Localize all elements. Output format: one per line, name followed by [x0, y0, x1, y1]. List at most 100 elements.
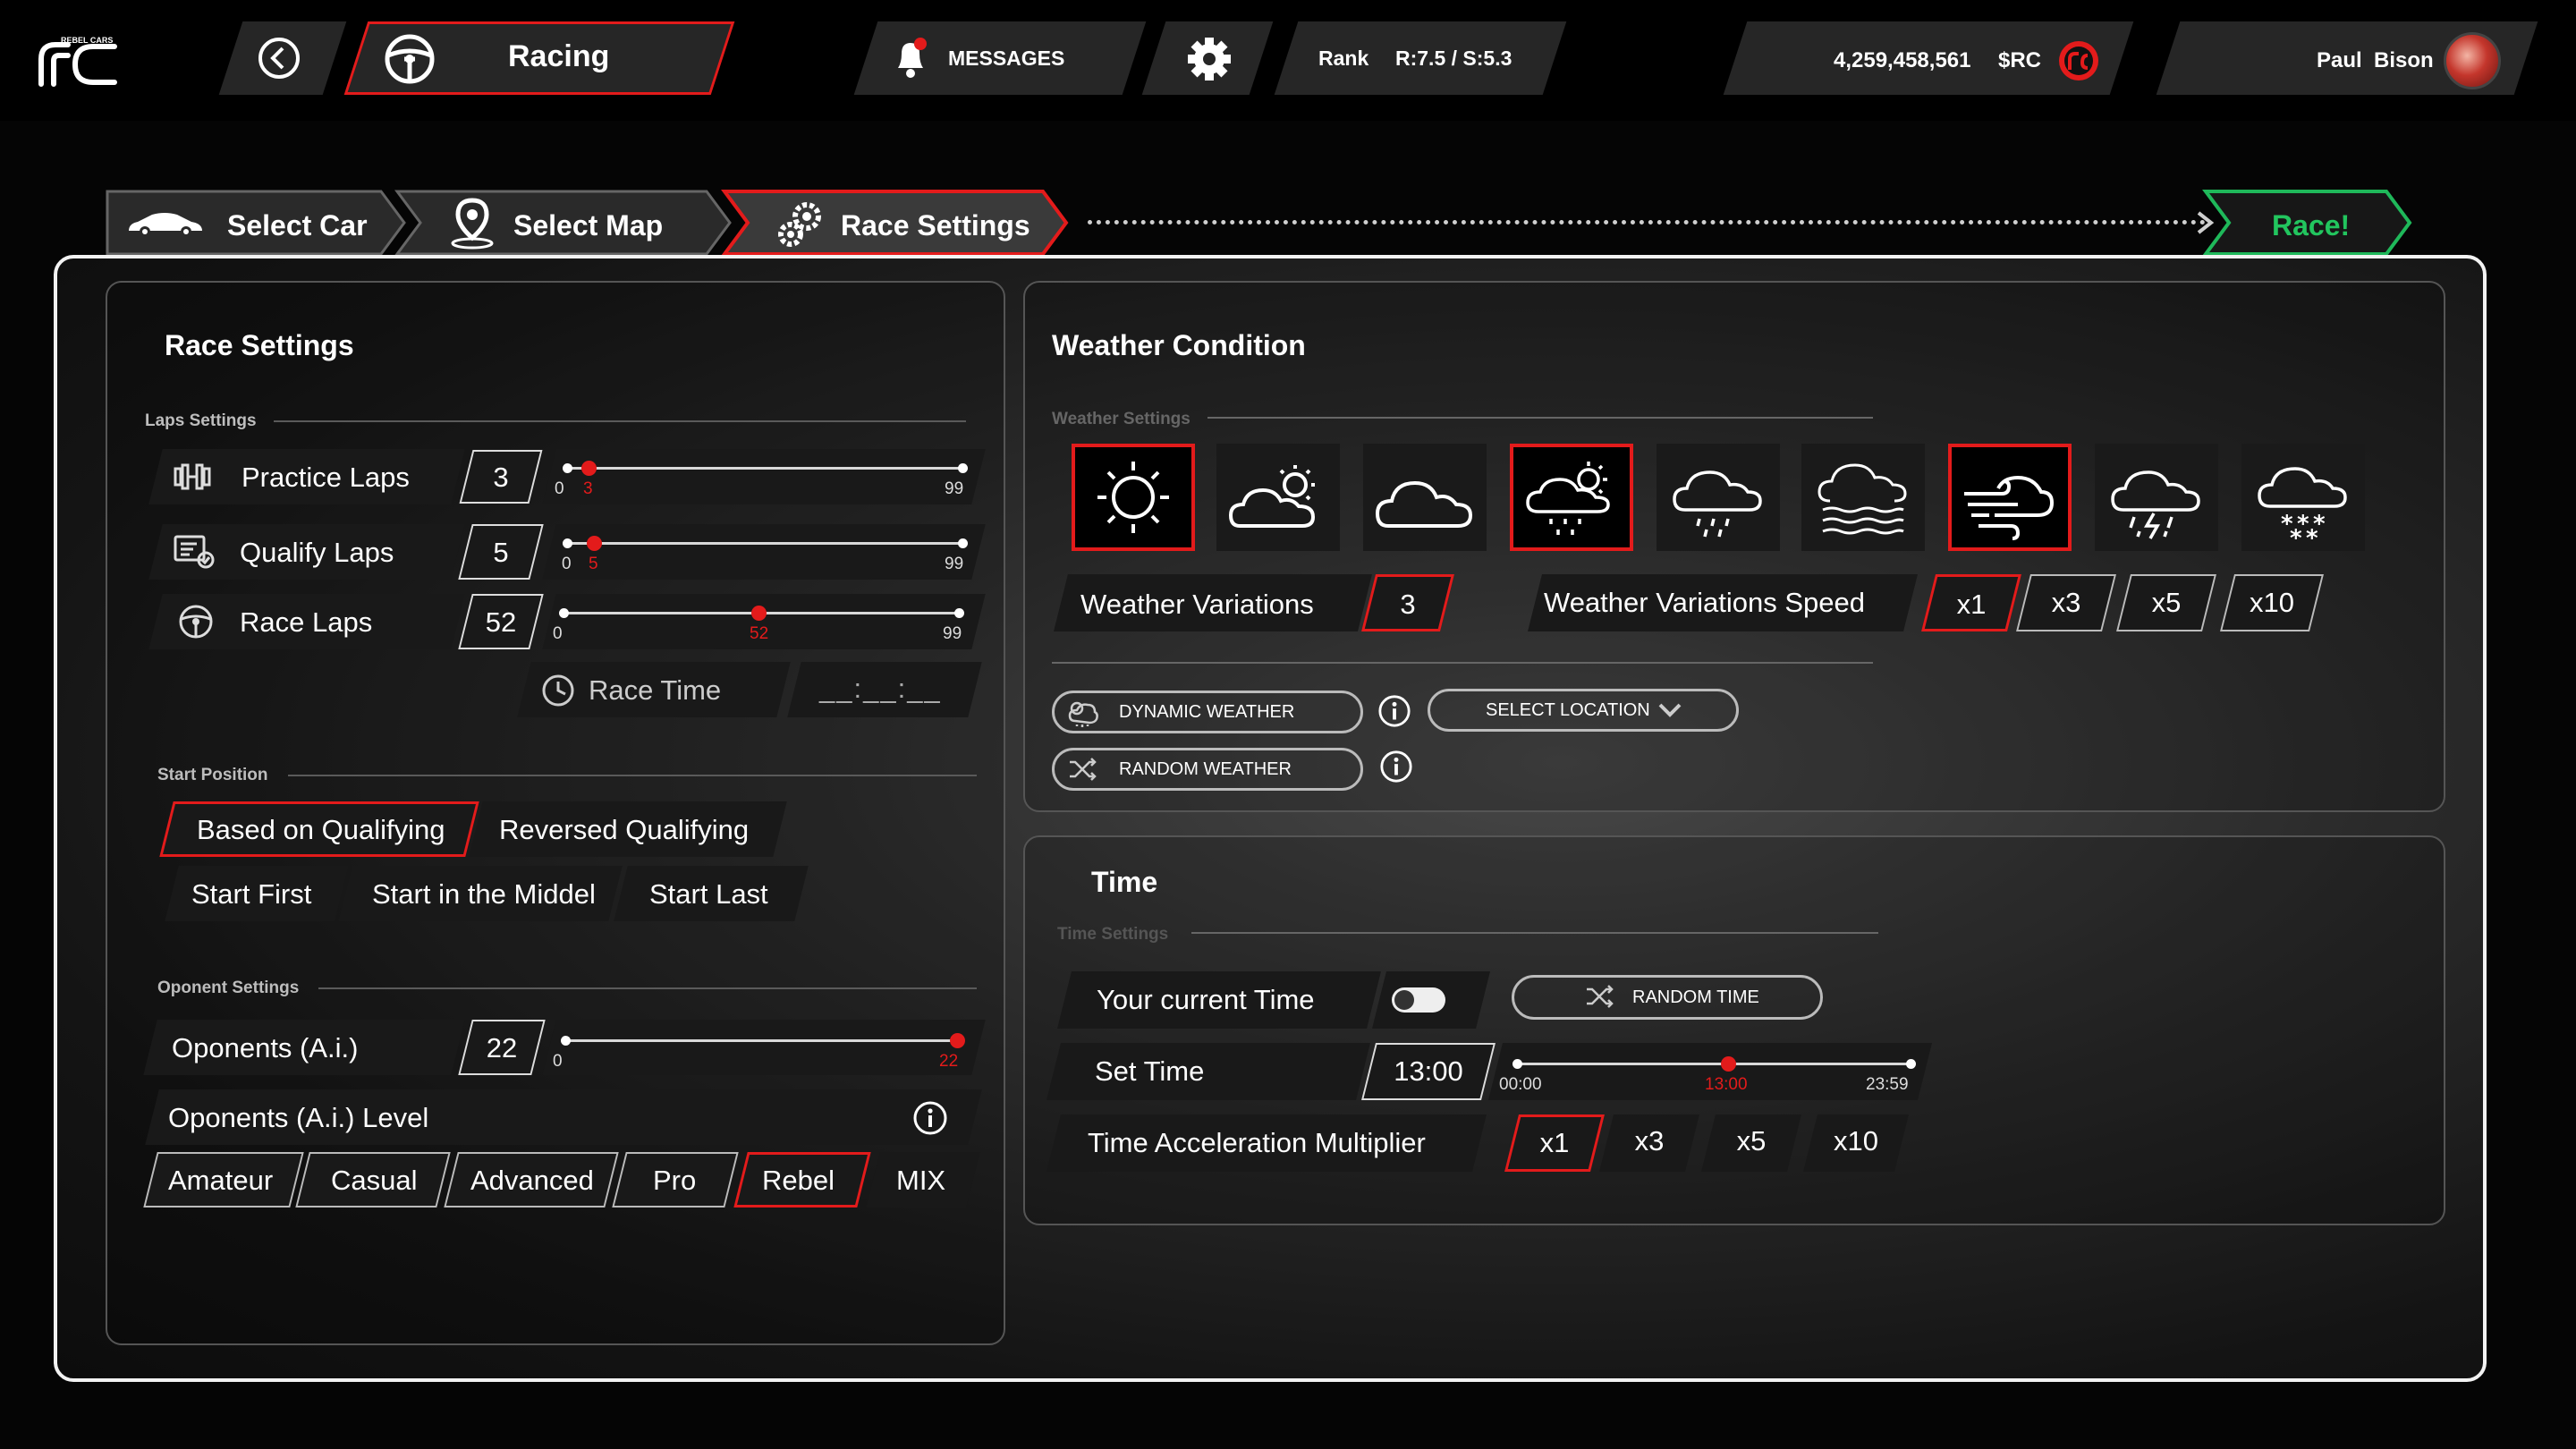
qualify-laps-track[interactable]	[567, 542, 962, 545]
opponents-label: Oponents (A.i.)	[172, 1032, 359, 1063]
start-option-label: Start Last	[649, 878, 768, 910]
section-label: Time Settings	[1057, 925, 1169, 944]
weather-partly-cloudy[interactable]	[1216, 444, 1340, 551]
step-label: Race Settings	[841, 209, 1030, 242]
car-icon	[125, 208, 206, 244]
back-button[interactable]	[257, 36, 301, 80]
time-accel-label-x10: x10	[1834, 1125, 1878, 1157]
weather-sun[interactable]	[1072, 444, 1195, 551]
qualify-laps-slider-bg	[542, 524, 986, 580]
slider-max: 99	[943, 624, 962, 643]
set-time-value: 13:00	[1394, 1055, 1463, 1087]
level-label: Amateur	[168, 1165, 274, 1196]
slider-current: 13:00	[1705, 1075, 1748, 1094]
rank-label: Rank	[1318, 47, 1369, 70]
shuffle-icon	[1585, 984, 1615, 1013]
slider-end	[958, 538, 968, 548]
slider-max: 99	[945, 479, 964, 498]
opponents-level-label: Oponents (A.i.) Level	[168, 1102, 429, 1133]
fog-icon	[1818, 463, 1907, 535]
set-time-thumb[interactable]	[1721, 1056, 1736, 1072]
practice-laps-track[interactable]	[567, 467, 962, 470]
select-location-dropdown[interactable]: SELECT LOCATION	[1428, 689, 1739, 732]
info-icon[interactable]	[912, 1100, 948, 1140]
svg-text:*: *	[2306, 525, 2318, 551]
random-time-button[interactable]: RANDOM TIME	[1512, 975, 1823, 1020]
weather-fog[interactable]	[1801, 444, 1925, 551]
slider-current: 3	[583, 479, 593, 498]
weather-snow[interactable]: * * * * *	[2241, 444, 2365, 552]
clock-icon	[540, 673, 576, 713]
opponents-value: 22	[486, 1032, 518, 1063]
divider	[1052, 662, 1873, 664]
time-accel-label-x1: x1	[1539, 1127, 1570, 1158]
slider-min: 0	[562, 555, 572, 573]
race-laps-label: Race Laps	[240, 606, 373, 638]
start-option-label: Start in the Middel	[372, 878, 596, 910]
slider-current: 52	[750, 624, 769, 643]
info-icon[interactable]	[1379, 750, 1413, 788]
time-accel-label-x5: x5	[1736, 1125, 1767, 1157]
current-time-toggle[interactable]	[1392, 987, 1445, 1013]
back-arrow-icon	[258, 38, 300, 79]
snow-icon: * * ** *	[2258, 467, 2347, 552]
shuffle-icon	[1068, 757, 1098, 786]
step-label: Select Car	[227, 209, 368, 242]
slider-min: 0	[553, 1052, 563, 1071]
time-accel-label: Time Acceleration Multiplier	[1088, 1127, 1426, 1158]
dynamic-weather-label: DYNAMIC WEATHER	[1119, 701, 1295, 722]
info-icon[interactable]	[1377, 694, 1411, 733]
level-label: Advanced	[470, 1165, 594, 1196]
section-label: Laps Settings	[145, 411, 257, 430]
race-time-label: Race Time	[589, 674, 722, 706]
rain-icon	[1673, 470, 1762, 538]
wind-icon	[1964, 475, 2055, 540]
panel-title: Time	[1091, 866, 1158, 898]
slider-end	[1906, 1059, 1916, 1069]
sun-icon	[1097, 462, 1169, 533]
weather-rain[interactable]	[1657, 444, 1780, 551]
balance-value: 4,259,458,561	[1834, 48, 1971, 72]
weather-storm[interactable]	[2095, 444, 2218, 551]
coin-icon	[2057, 39, 2100, 87]
opponents-track[interactable]	[565, 1039, 959, 1042]
start-option-label: Based on Qualifying	[197, 814, 445, 845]
page-title: Racing	[508, 39, 610, 73]
race-laps-thumb[interactable]	[751, 606, 767, 621]
bell-icon	[891, 36, 930, 83]
level-label: Pro	[653, 1165, 697, 1196]
slider-start	[563, 463, 572, 473]
start-option-label: Start First	[191, 878, 312, 910]
weather-sun-rain[interactable]	[1510, 444, 1633, 551]
brand-tag: REBEL CARS	[61, 36, 114, 45]
practice-laps-value: 3	[493, 462, 509, 493]
set-time-track[interactable]	[1517, 1063, 1911, 1065]
slider-max: 23:59	[1866, 1075, 1909, 1094]
current-time-label: Your current Time	[1097, 984, 1315, 1015]
random-time-label: RANDOM TIME	[1632, 987, 1759, 1007]
currency-label: $RC	[1998, 48, 2042, 72]
storm-icon	[2111, 470, 2200, 539]
slider-end	[954, 608, 964, 618]
avatar[interactable]	[2444, 32, 2501, 89]
slider-max: 99	[945, 555, 964, 573]
sun-rain-icon	[1526, 462, 1610, 535]
weather-speed-label-x10: x10	[2250, 587, 2294, 618]
random-weather-button[interactable]: RANDOM WEATHER	[1052, 748, 1363, 791]
weather-wind[interactable]	[1948, 444, 2072, 551]
practice-laps-thumb[interactable]	[581, 461, 597, 476]
slider-min: 00:00	[1499, 1075, 1542, 1094]
opponents-thumb[interactable]	[950, 1033, 965, 1048]
race-laps-value: 52	[485, 606, 517, 638]
section-label: Weather Settings	[1052, 410, 1191, 428]
select-location-label: SELECT LOCATION	[1486, 699, 1650, 720]
steering-wheel-icon	[383, 32, 436, 90]
section-label: Oponent Settings	[157, 979, 300, 997]
cloud-icon	[1375, 480, 1473, 528]
slider-end	[958, 463, 968, 473]
weather-cloud[interactable]	[1363, 444, 1487, 551]
slider-start	[559, 608, 569, 618]
qualify-laps-thumb[interactable]	[587, 536, 602, 551]
slider-start	[1513, 1059, 1522, 1069]
dumbbell-icon	[172, 462, 213, 496]
